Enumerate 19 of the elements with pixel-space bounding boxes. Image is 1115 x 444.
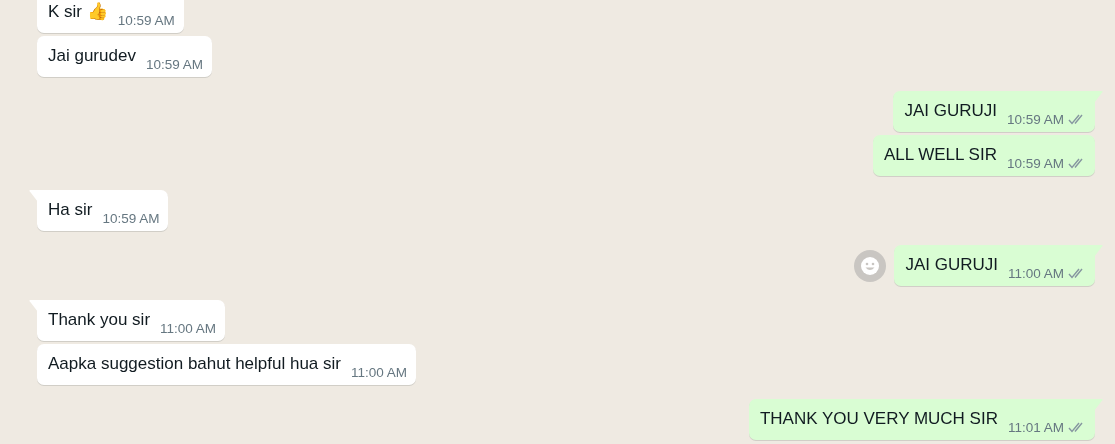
message-text: Aapka suggestion bahut helpful hua sir: [48, 353, 341, 375]
message-text: ALL WELL SIR: [883, 144, 997, 166]
message-text: Ha sir: [48, 199, 93, 221]
message-time: 11:00 AM: [351, 365, 408, 380]
message-text: JAI GURUJI: [905, 254, 998, 276]
message-time: 10:59 AM: [102, 211, 160, 226]
message-time: 10:59 AM: [117, 13, 175, 28]
message-text: Jai gurudev: [48, 45, 136, 67]
message-text: JAI GURUJI: [904, 100, 997, 122]
emoji-reaction-button[interactable]: [854, 249, 887, 282]
message-time: 11:01 AM: [1007, 420, 1064, 435]
message-text: THANK YOU VERY MUCH SIR: [759, 408, 998, 430]
message-time: 11:00 AM: [1007, 266, 1064, 281]
message-time: 10:59 AM: [145, 57, 203, 72]
message-text: Thank you sir: [48, 309, 151, 331]
message-time: 11:00 AM: [160, 321, 217, 336]
message-time: 10:59 AM: [1006, 156, 1064, 171]
message-text: K sir 👍: [48, 1, 108, 23]
message-time: 10:59 AM: [1006, 112, 1064, 127]
